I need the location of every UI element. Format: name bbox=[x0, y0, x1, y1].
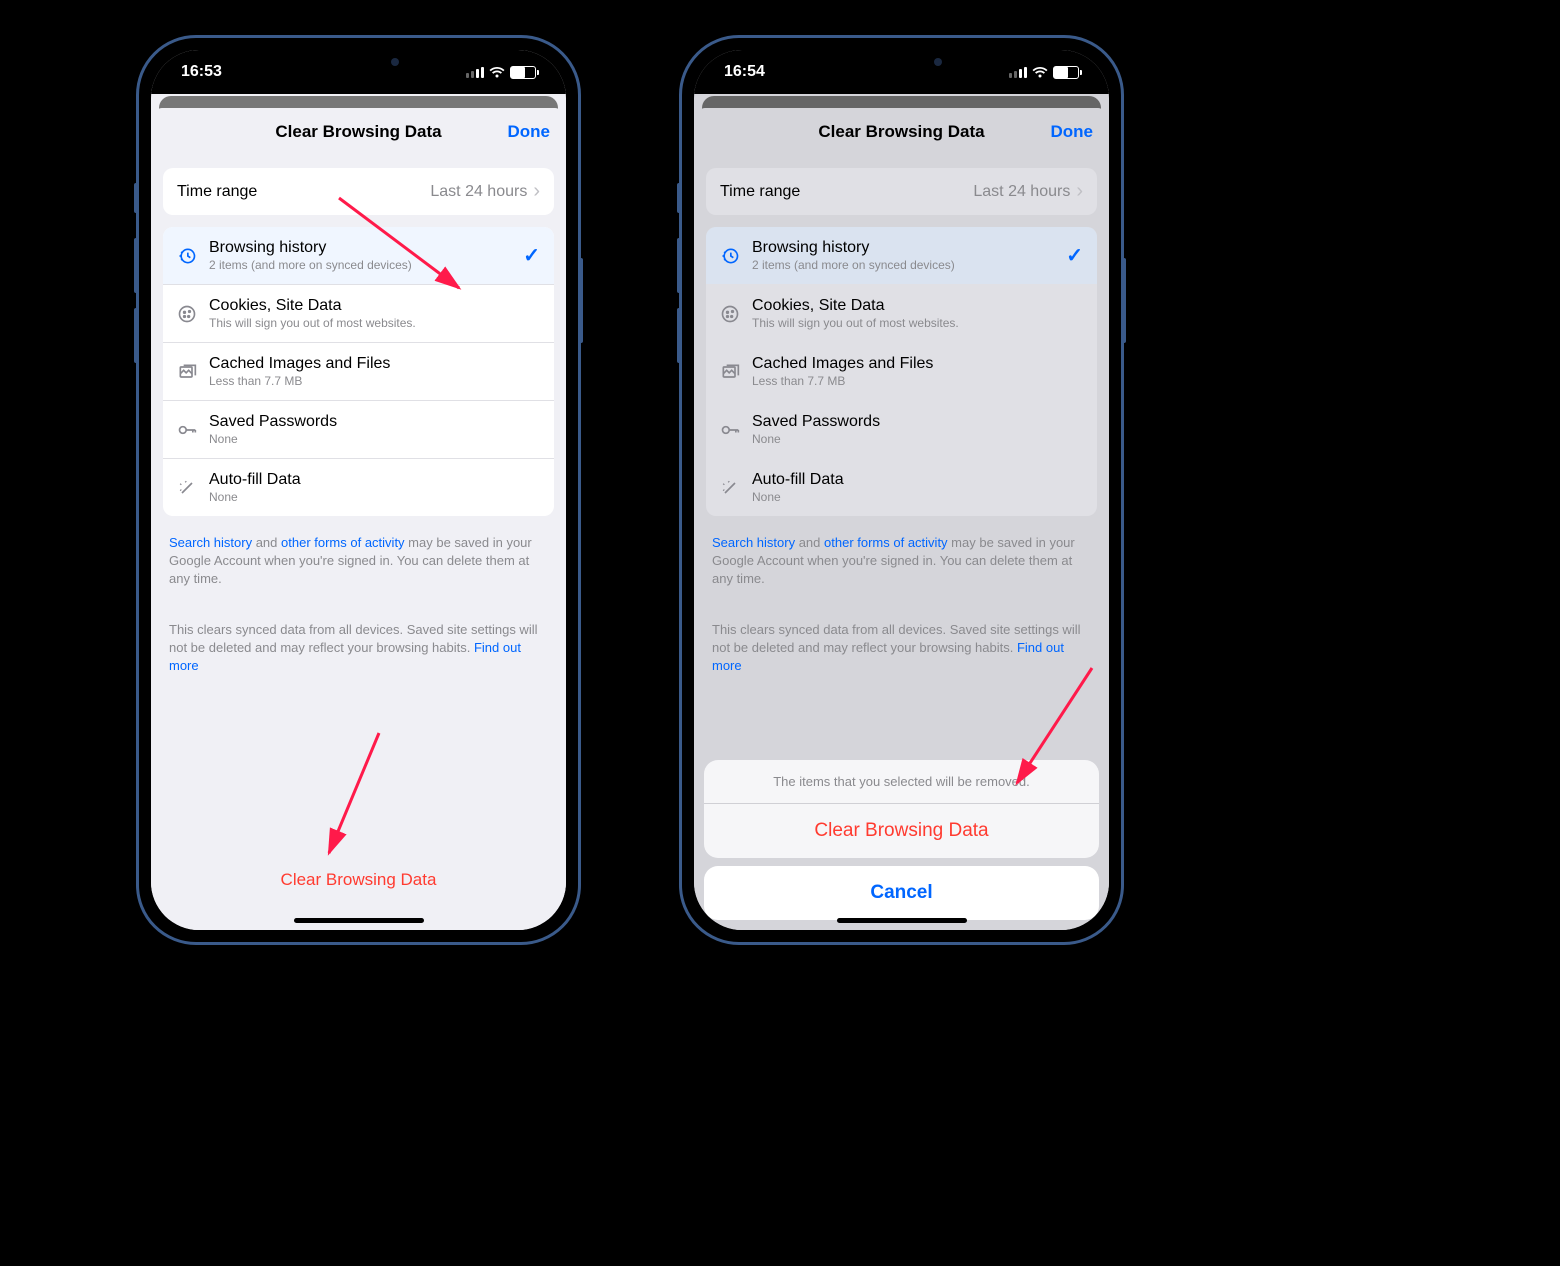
option-cookies[interactable]: Cookies, Site Data This will sign you ou… bbox=[706, 285, 1097, 343]
action-sheet: The items that you selected will be remo… bbox=[694, 750, 1109, 930]
chevron-right-icon: › bbox=[533, 180, 540, 203]
checkmark-icon: ✓ bbox=[523, 243, 540, 268]
status-time: 16:53 bbox=[181, 63, 222, 81]
chevron-right-icon: › bbox=[1076, 180, 1083, 203]
item-title: Cached Images and Files bbox=[752, 355, 1083, 373]
image-stack-icon bbox=[177, 362, 209, 382]
home-indicator[interactable] bbox=[294, 918, 424, 923]
item-subtitle: This will sign you out of most websites. bbox=[752, 316, 1083, 330]
battery-icon bbox=[1053, 66, 1079, 79]
history-icon bbox=[177, 246, 209, 266]
done-button[interactable]: Done bbox=[508, 122, 551, 142]
item-subtitle: 2 items (and more on synced devices) bbox=[209, 258, 540, 272]
item-title: Browsing history bbox=[752, 239, 1083, 257]
item-title: Auto-fill Data bbox=[752, 471, 1083, 489]
item-subtitle: None bbox=[752, 490, 1083, 504]
key-icon bbox=[177, 420, 209, 440]
modal-header: Clear Browsing Data Done bbox=[151, 108, 566, 156]
key-icon bbox=[720, 420, 752, 440]
image-stack-icon bbox=[720, 362, 752, 382]
option-passwords[interactable]: Saved Passwords None bbox=[163, 401, 554, 459]
status-time: 16:54 bbox=[724, 63, 765, 81]
phone-right: 16:54 Clear Browsing Data Done Time rang… bbox=[679, 35, 1124, 945]
time-range-value: Last 24 hours bbox=[973, 183, 1070, 201]
notch bbox=[832, 50, 972, 78]
item-subtitle: None bbox=[209, 432, 540, 446]
info-text-2: This clears synced data from all devices… bbox=[694, 615, 1109, 682]
option-passwords[interactable]: Saved Passwords None bbox=[706, 401, 1097, 459]
cellular-icon bbox=[1009, 67, 1027, 78]
wifi-icon bbox=[1032, 66, 1048, 78]
option-browsing-history[interactable]: Browsing history 2 items (and more on sy… bbox=[706, 227, 1097, 285]
item-subtitle: This will sign you out of most websites. bbox=[209, 316, 540, 330]
page-title: Clear Browsing Data bbox=[275, 122, 441, 142]
item-subtitle: 2 items (and more on synced devices) bbox=[752, 258, 1083, 272]
option-cached[interactable]: Cached Images and Files Less than 7.7 MB bbox=[706, 343, 1097, 401]
search-history-link[interactable]: Search history bbox=[169, 535, 252, 550]
history-icon bbox=[720, 246, 752, 266]
item-title: Auto-fill Data bbox=[209, 471, 540, 489]
item-subtitle: None bbox=[752, 432, 1083, 446]
option-autofill[interactable]: Auto-fill Data None bbox=[163, 459, 554, 516]
option-cookies[interactable]: Cookies, Site Data This will sign you ou… bbox=[163, 285, 554, 343]
option-cached[interactable]: Cached Images and Files Less than 7.7 MB bbox=[163, 343, 554, 401]
wand-icon bbox=[720, 478, 752, 498]
option-browsing-history[interactable]: Browsing history 2 items (and more on sy… bbox=[163, 227, 554, 285]
time-range-row[interactable]: Time range Last 24 hours › bbox=[706, 168, 1097, 215]
item-subtitle: Less than 7.7 MB bbox=[209, 374, 540, 388]
wifi-icon bbox=[489, 66, 505, 78]
item-title: Cookies, Site Data bbox=[752, 297, 1083, 315]
item-title: Saved Passwords bbox=[209, 413, 540, 431]
item-title: Browsing history bbox=[209, 239, 540, 257]
info-text-2: This clears synced data from all devices… bbox=[151, 615, 566, 682]
other-activity-link[interactable]: other forms of activity bbox=[281, 535, 405, 550]
time-range-label: Time range bbox=[177, 183, 257, 201]
other-activity-link[interactable]: other forms of activity bbox=[824, 535, 948, 550]
confirm-clear-button[interactable]: Clear Browsing Data bbox=[704, 804, 1099, 858]
wand-icon bbox=[177, 478, 209, 498]
cookie-icon bbox=[177, 304, 209, 324]
info-text-1: Search history and other forms of activi… bbox=[151, 528, 566, 595]
cookie-icon bbox=[720, 304, 752, 324]
modal-header: Clear Browsing Data Done bbox=[694, 108, 1109, 156]
phone-left: 16:53 Clear Browsing Data Done Time rang… bbox=[136, 35, 581, 945]
action-sheet-message: The items that you selected will be remo… bbox=[704, 760, 1099, 804]
time-range-row[interactable]: Time range Last 24 hours › bbox=[163, 168, 554, 215]
battery-icon bbox=[510, 66, 536, 79]
cancel-button[interactable]: Cancel bbox=[704, 866, 1099, 920]
checkmark-icon: ✓ bbox=[1066, 243, 1083, 268]
option-autofill[interactable]: Auto-fill Data None bbox=[706, 459, 1097, 516]
clear-browsing-data-button[interactable]: Clear Browsing Data bbox=[151, 870, 566, 890]
notch bbox=[289, 50, 429, 78]
cellular-icon bbox=[466, 67, 484, 78]
item-title: Cached Images and Files bbox=[209, 355, 540, 373]
home-indicator[interactable] bbox=[837, 918, 967, 923]
item-title: Cookies, Site Data bbox=[209, 297, 540, 315]
item-subtitle: None bbox=[209, 490, 540, 504]
item-title: Saved Passwords bbox=[752, 413, 1083, 431]
info-text-1: Search history and other forms of activi… bbox=[694, 528, 1109, 595]
search-history-link[interactable]: Search history bbox=[712, 535, 795, 550]
time-range-value: Last 24 hours bbox=[430, 183, 527, 201]
item-subtitle: Less than 7.7 MB bbox=[752, 374, 1083, 388]
time-range-label: Time range bbox=[720, 183, 800, 201]
done-button[interactable]: Done bbox=[1051, 122, 1094, 142]
page-title: Clear Browsing Data bbox=[818, 122, 984, 142]
